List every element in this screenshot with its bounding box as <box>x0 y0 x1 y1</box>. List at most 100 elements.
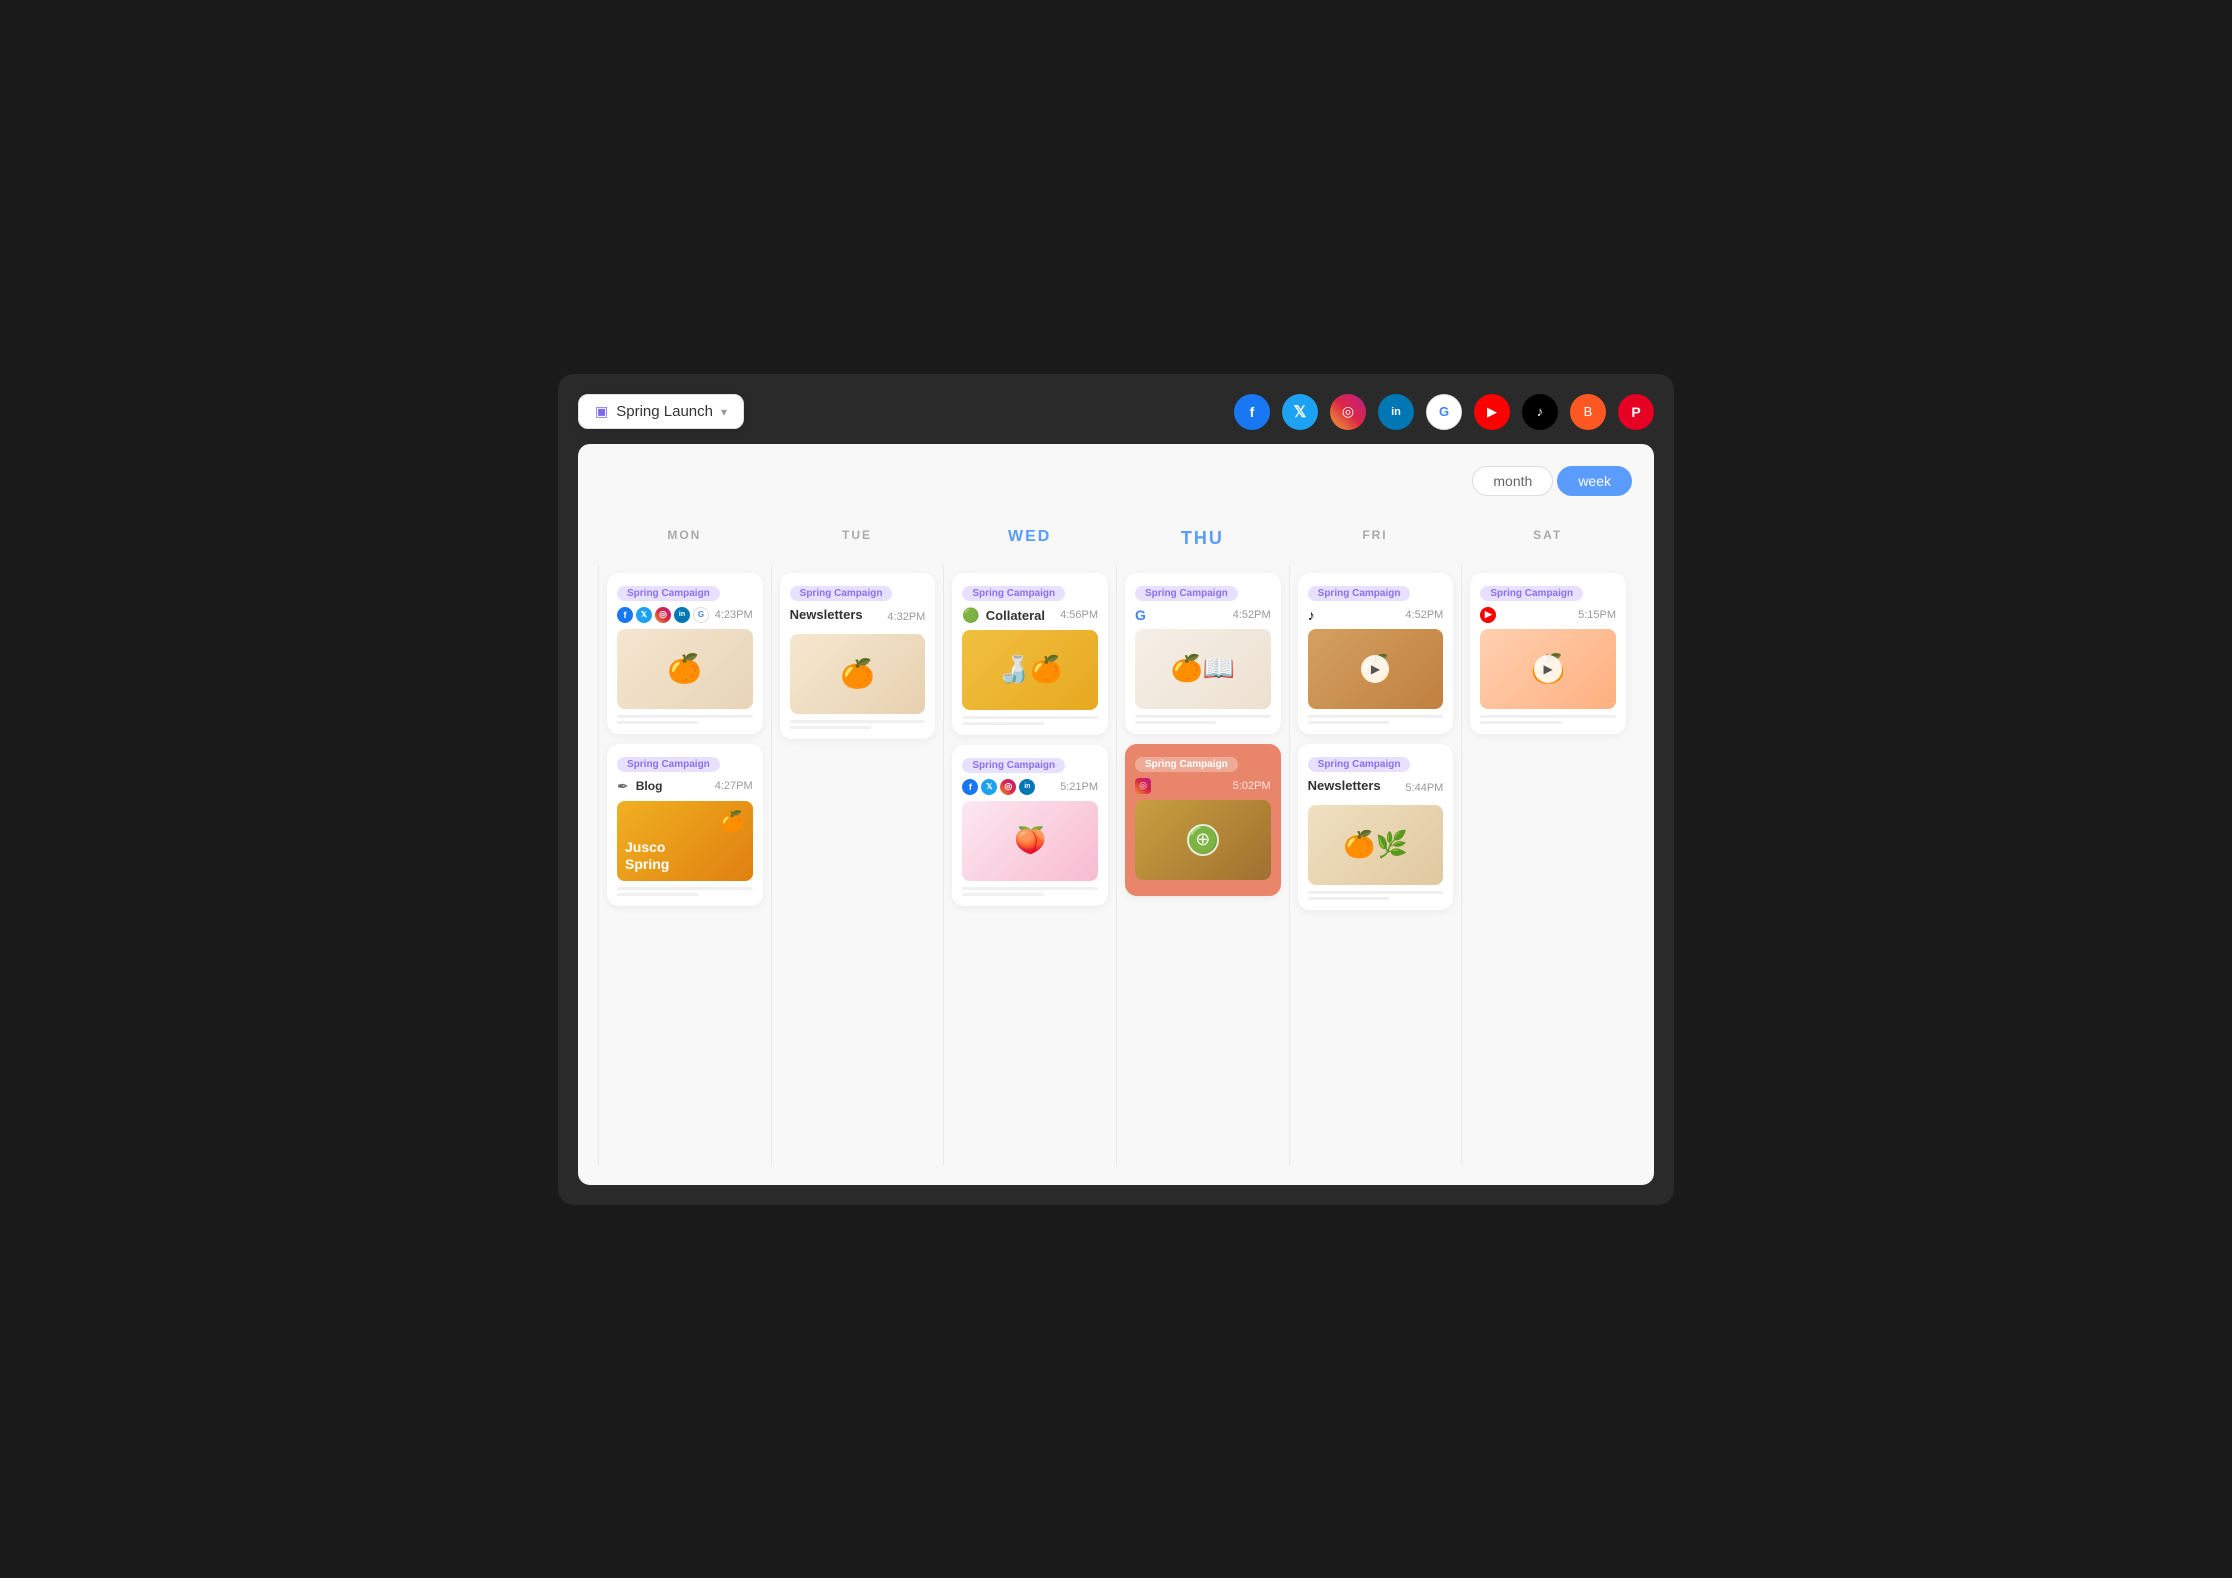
card-header: ◎ 5:02PM <box>1135 778 1271 794</box>
card-footer-line-2 <box>1480 721 1561 724</box>
card-footer-line <box>617 887 753 890</box>
day-column-tue: Spring Campaign Newsletters 4:32PM 🍊 <box>771 565 944 1165</box>
card-time: 4:27PM <box>715 780 753 792</box>
card-tag: Spring Campaign <box>617 757 720 772</box>
card-footer-line <box>1308 891 1444 894</box>
yt-mini-icon: ▶ <box>1480 607 1496 623</box>
view-toggle: month week <box>598 464 1634 498</box>
linkedin-icon[interactable]: in <box>1378 394 1414 430</box>
tw-mini-icon: 𝕏 <box>981 779 997 795</box>
blogger-icon[interactable]: B <box>1570 394 1606 430</box>
card-header: ▶ 5:15PM <box>1480 607 1616 623</box>
card-sat-1[interactable]: Spring Campaign ▶ 5:15PM 🍊 ▶ <box>1470 573 1626 734</box>
google-icon[interactable]: G <box>1426 394 1462 430</box>
ig-mini-icon: ◎ <box>1135 778 1151 794</box>
card-image: 🍊 <box>617 629 753 709</box>
card-tag: Spring Campaign <box>962 586 1065 601</box>
tiktok-icon[interactable]: ♪ <box>1522 394 1558 430</box>
card-image: JuscoSpring 🍊 <box>617 801 753 881</box>
instagram-icon[interactable]: ◎ <box>1330 394 1366 430</box>
card-tag: Spring Campaign <box>1308 757 1411 772</box>
card-header: ♪ 4:52PM <box>1308 607 1444 623</box>
card-footer-line <box>1308 715 1444 718</box>
card-image-wrapper: 🍊 ▶ <box>1308 629 1444 709</box>
card-icons: ♪ <box>1308 607 1315 623</box>
day-column-mon: Spring Campaign f 𝕏 ◎ in G 4:23PM 🍊 <box>598 565 771 1165</box>
card-icons: ✒ Blog <box>617 778 662 795</box>
card-image: 🍊 <box>790 634 926 714</box>
blog-icon: ✒ <box>617 778 629 795</box>
card-header: G 4:52PM <box>1135 607 1271 623</box>
card-header: f 𝕏 ◎ in 5:21PM <box>962 779 1098 795</box>
card-tag: Spring Campaign <box>1135 757 1238 772</box>
blog-text-overlay: JuscoSpring <box>625 839 669 873</box>
card-image-wrapper: 🍊 <box>617 629 753 709</box>
week-view-button[interactable]: week <box>1557 466 1632 496</box>
day-header-tue: TUE <box>771 518 944 565</box>
card-time: 5:15PM <box>1578 609 1616 621</box>
card-time: 4:23PM <box>715 609 753 621</box>
card-thu-1[interactable]: Spring Campaign G 4:52PM 🍊📖 <box>1125 573 1281 734</box>
twitter-icon[interactable]: 𝕏 <box>1282 394 1318 430</box>
blog-title: Blog <box>636 779 663 793</box>
card-image-wrapper: 🍊 <box>790 634 926 714</box>
card-time: 5:02PM <box>1233 780 1271 792</box>
card-time: 5:44PM <box>1405 782 1443 794</box>
card-mon-2[interactable]: Spring Campaign ✒ Blog 4:27PM JuscoSprin… <box>607 744 763 906</box>
pinterest-icon[interactable]: P <box>1618 394 1654 430</box>
facebook-icon[interactable]: f <box>1234 394 1270 430</box>
card-title-row: 🟢 Collateral <box>962 607 1045 624</box>
card-time: 4:52PM <box>1233 609 1271 621</box>
card-tag: Spring Campaign <box>790 586 893 601</box>
card-tag: Spring Campaign <box>1135 586 1238 601</box>
ig-mini-icon: ◎ <box>1000 779 1016 795</box>
card-header: Newsletters 4:32PM <box>790 607 926 628</box>
card-fri-2[interactable]: Spring Campaign Newsletters 5:44PM 🍊🌿 <box>1298 744 1454 910</box>
social-icons-bar: f 𝕏 ◎ in G ▶ ♪ B P <box>1234 394 1654 430</box>
li-mini-icon: in <box>674 607 690 623</box>
calendar-grid: MON TUE WED THU FRI SAT Spring Campaign … <box>598 518 1634 1165</box>
card-footer-line <box>1135 715 1271 718</box>
add-icon: ⊕ <box>1187 824 1219 856</box>
card-title: Collateral <box>986 608 1045 623</box>
card-mon-1[interactable]: Spring Campaign f 𝕏 ◎ in G 4:23PM 🍊 <box>607 573 763 734</box>
card-icons: G <box>1135 607 1146 623</box>
card-header: 🟢 Collateral 4:56PM <box>962 607 1098 624</box>
card-wed-1[interactable]: Spring Campaign 🟢 Collateral 4:56PM 🍶🍊 <box>952 573 1108 735</box>
card-footer-line-2 <box>617 893 698 896</box>
card-tag: Spring Campaign <box>617 586 720 601</box>
month-view-button[interactable]: month <box>1472 466 1553 496</box>
card-image: 🍊🌿 <box>1308 805 1444 885</box>
project-title: Spring Launch <box>616 403 713 420</box>
card-time: 4:32PM <box>887 611 925 623</box>
ig-mini-icon: ◎ <box>655 607 671 623</box>
card-footer-line <box>1480 715 1616 718</box>
li-mini-icon: in <box>1019 779 1035 795</box>
card-tag: Spring Campaign <box>1308 586 1411 601</box>
card-image: 🍶🍊 <box>962 630 1098 710</box>
collateral-icon: 🟢 <box>962 607 979 624</box>
card-thu-2[interactable]: Spring Campaign ◎ 5:02PM 🟢 ⊕ <box>1125 744 1281 896</box>
card-tue-1[interactable]: Spring Campaign Newsletters 4:32PM 🍊 <box>780 573 936 739</box>
card-title: Newsletters <box>1308 778 1381 793</box>
card-fri-1[interactable]: Spring Campaign ♪ 4:52PM 🍊 ▶ <box>1298 573 1454 734</box>
card-footer-line-2 <box>617 721 698 724</box>
day-column-thu: Spring Campaign G 4:52PM 🍊📖 Sp <box>1116 565 1289 1165</box>
card-footer-line <box>962 887 1098 890</box>
fb-mini-icon: f <box>962 779 978 795</box>
go-mini-icon: G <box>693 607 709 623</box>
google-icon-card: G <box>1135 607 1146 623</box>
card-tag: Spring Campaign <box>962 758 1065 773</box>
youtube-icon[interactable]: ▶ <box>1474 394 1510 430</box>
orange-decoration: 🍊 <box>720 809 745 834</box>
card-tag: Spring Campaign <box>1480 586 1583 601</box>
card-footer-line-2 <box>1308 721 1389 724</box>
card-image: 🍊📖 <box>1135 629 1271 709</box>
card-time: 5:21PM <box>1060 781 1098 793</box>
card-footer-line <box>617 715 753 718</box>
project-selector[interactable]: ▣ Spring Launch ▾ <box>578 394 744 429</box>
card-wed-2[interactable]: Spring Campaign f 𝕏 ◎ in 5:21PM 🍑 <box>952 745 1108 906</box>
day-column-sat: Spring Campaign ▶ 5:15PM 🍊 ▶ <box>1461 565 1634 1165</box>
card-footer-line-2 <box>962 722 1043 725</box>
day-header-thu: THU <box>1116 518 1289 565</box>
